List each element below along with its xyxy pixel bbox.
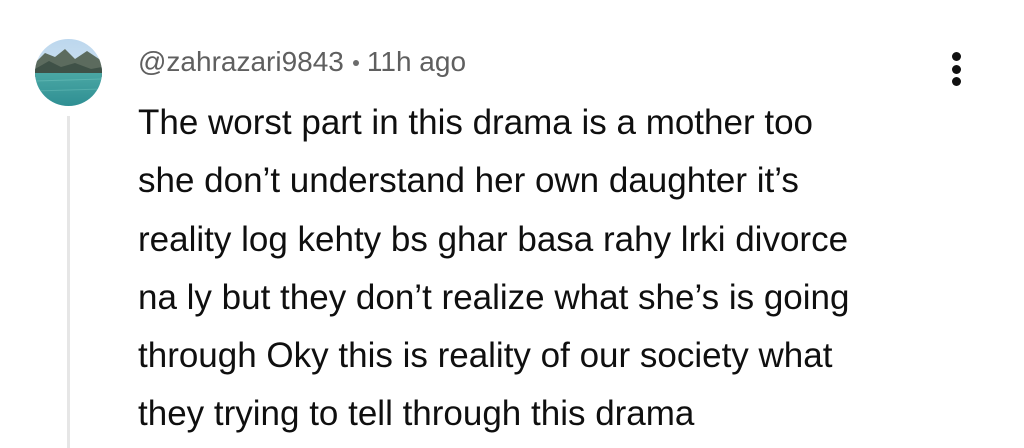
thread-line (67, 116, 70, 448)
avatar[interactable] (35, 39, 102, 106)
timestamp: 11h ago (366, 46, 467, 77)
more-options-button[interactable] (935, 46, 977, 92)
more-vertical-icon-dot (951, 64, 961, 74)
comment-meta: @zahrazari9843 11h ago (138, 44, 466, 80)
comment-text: The worst part in this drama is a mother… (138, 103, 850, 434)
author-handle[interactable]: @zahrazari9843 (138, 46, 344, 77)
comment-card: @zahrazari9843 11h ago The worst part in … (0, 0, 1024, 448)
separator-dot (352, 60, 359, 66)
lake-landscape-image (35, 39, 102, 106)
more-vertical-icon-dot (951, 77, 961, 86)
more-vertical-icon-dot (951, 52, 961, 61)
